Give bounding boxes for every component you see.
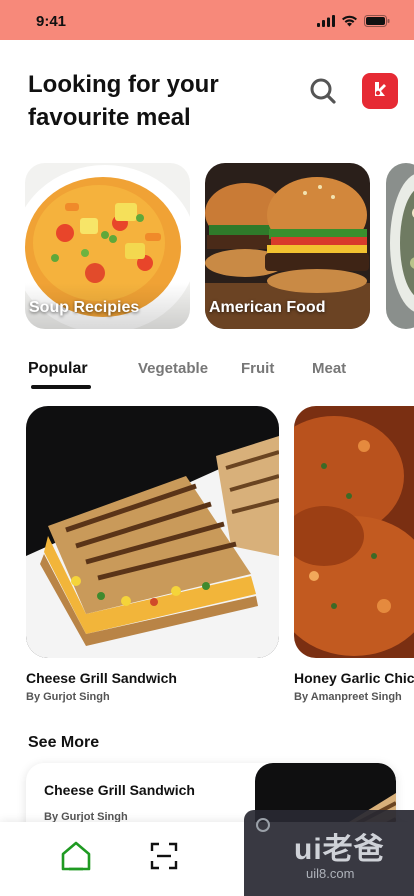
recipe-card[interactable]: Cheese Grill Sandwich By Gurjot Singh bbox=[26, 406, 279, 703]
status-time: 9:41 bbox=[36, 13, 67, 30]
recipe-author: By Gurjot Singh bbox=[26, 691, 110, 703]
watermark: ui老爸 uil8.com bbox=[244, 810, 414, 896]
category-card-salad[interactable] bbox=[386, 163, 414, 329]
watermark-text: ui老爸 bbox=[294, 833, 385, 866]
watermark-url: uil8.com bbox=[306, 866, 355, 881]
app-logo-icon bbox=[370, 79, 390, 104]
see-more-link[interactable]: See More bbox=[28, 734, 99, 752]
recipe-name: Honey Garlic Chicken bbox=[294, 670, 414, 686]
watermark-dot bbox=[256, 818, 270, 832]
tab-popular[interactable]: Popular bbox=[28, 360, 88, 378]
tab-fruit[interactable]: Fruit bbox=[241, 360, 274, 377]
category-card-american-food[interactable]: American Food bbox=[205, 163, 370, 329]
tab-meat[interactable]: Meat bbox=[312, 360, 346, 377]
home-icon bbox=[59, 839, 93, 878]
category-tabs: Popular Vegetable Fruit Meat bbox=[28, 358, 408, 392]
salad-image bbox=[386, 163, 414, 329]
status-bar: 9:41 bbox=[0, 0, 414, 40]
category-label: American Food bbox=[209, 299, 326, 316]
wifi-icon bbox=[341, 14, 358, 32]
recipe-name: Cheese Grill Sandwich bbox=[26, 670, 177, 686]
active-tab-indicator bbox=[31, 385, 91, 389]
nav-scan[interactable] bbox=[144, 840, 184, 876]
grilled-sandwich-image bbox=[26, 406, 279, 658]
app-logo-button[interactable] bbox=[362, 73, 398, 109]
recipe-author: By Amanpreet Singh bbox=[294, 691, 402, 703]
category-label: Soup Recipies bbox=[29, 299, 140, 316]
list-item-name: Cheese Grill Sandwich bbox=[44, 782, 195, 798]
recipe-carousel[interactable]: Cheese Grill Sandwich By Gurjot Singh Ho… bbox=[26, 406, 414, 706]
search-icon bbox=[309, 77, 337, 110]
tab-vegetable[interactable]: Vegetable bbox=[138, 360, 208, 377]
category-carousel[interactable]: Soup Recipies American Food bbox=[25, 163, 414, 329]
recipe-card[interactable]: Honey Garlic Chicken By Amanpreet Singh bbox=[294, 406, 414, 703]
page-title: Looking for your favourite meal bbox=[28, 71, 219, 131]
honey-garlic-chicken-image bbox=[294, 406, 414, 658]
category-card-soup[interactable]: Soup Recipies bbox=[25, 163, 190, 329]
search-button[interactable] bbox=[306, 76, 340, 110]
battery-icon bbox=[364, 14, 390, 32]
nav-home[interactable] bbox=[56, 840, 96, 876]
status-icons bbox=[317, 14, 390, 32]
signal-icon bbox=[317, 14, 335, 32]
scan-icon bbox=[150, 842, 178, 875]
